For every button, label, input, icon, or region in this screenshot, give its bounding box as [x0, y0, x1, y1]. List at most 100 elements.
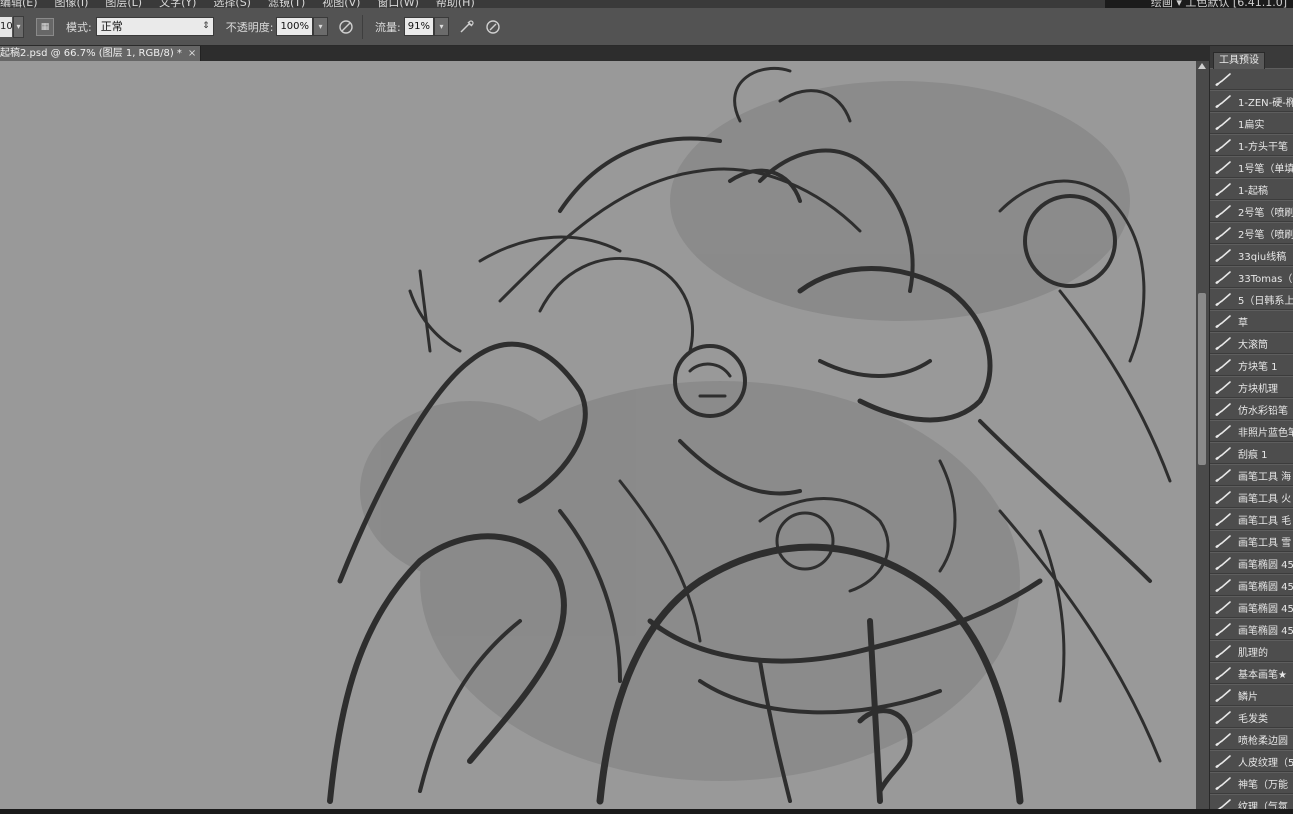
preset-item[interactable]: 画笔椭圆 45	[1210, 574, 1293, 596]
preset-item[interactable]: 画笔椭圆 45	[1210, 596, 1293, 618]
preset-item[interactable]: 方块笔 1	[1210, 354, 1293, 376]
brush-size-preview[interactable]: 10	[0, 16, 13, 37]
airbrush-icon[interactable]	[459, 19, 475, 35]
menu-item[interactable]: 文字(Y)	[159, 0, 196, 8]
preset-label: 方块笔 1	[1238, 361, 1278, 373]
preset-item[interactable]: 喷枪柔边圆	[1210, 728, 1293, 750]
brush-picker-arrow[interactable]: ▾	[13, 15, 24, 38]
preset-label: 2号笔（喷刷	[1238, 229, 1293, 241]
preset-label: 1-ZEN-硬-椭	[1238, 97, 1293, 109]
preset-label: 非照片蓝色笔	[1238, 427, 1293, 439]
tab-tool-presets[interactable]: 工具预设	[1213, 52, 1265, 69]
preset-item[interactable]: 仿水彩铅笔	[1210, 398, 1293, 420]
preset-item[interactable]: 1-起稿	[1210, 178, 1293, 200]
sketch-artwork	[0, 61, 1196, 809]
mode-label: 模式:	[66, 20, 92, 34]
menu-item[interactable]: 图层(L)	[105, 0, 142, 8]
workspace-switcher[interactable]: 绘画 ▾ 工色默认 [6.41.1.0]	[1105, 0, 1293, 8]
preset-item[interactable]: 画笔工具 火	[1210, 486, 1293, 508]
brush-icon	[1215, 139, 1231, 152]
brush-icon	[1215, 469, 1231, 482]
preset-list: 1-ZEN-硬-椭 1扁实 1-方头干笔 1号笔（单填 1-起稿 2号笔（喷刷 2号笔（喷刷…	[1210, 68, 1293, 809]
brush-icon	[1215, 293, 1231, 306]
preset-item[interactable]: 鳞片	[1210, 684, 1293, 706]
preset-item[interactable]: 1-ZEN-硬-椭	[1210, 90, 1293, 112]
preset-label: 喷枪柔边圆	[1238, 735, 1288, 747]
preset-label: 刮痕 1	[1238, 449, 1268, 461]
canvas-vertical-scrollbar[interactable]	[1196, 61, 1209, 809]
blend-mode-select[interactable]: 正常 ⇕	[95, 17, 214, 36]
scroll-up-arrow-icon[interactable]	[1198, 63, 1206, 69]
preset-item[interactable]: 画笔工具 毛	[1210, 508, 1293, 530]
brush-icon	[1215, 183, 1231, 196]
preset-item[interactable]: 基本画笔★	[1210, 662, 1293, 684]
preset-label: 毛发类	[1238, 713, 1268, 725]
menu-item[interactable]: 帮助(H)	[436, 0, 475, 8]
preset-item[interactable]: 33Tomas（手	[1210, 266, 1293, 288]
preset-item[interactable]: 毛发类	[1210, 706, 1293, 728]
opacity-input[interactable]: 100%	[276, 17, 314, 36]
workspace-label: 绘画 ▾ 工色默认 [6.41.1.0]	[1150, 0, 1287, 8]
brush-icon	[1215, 513, 1231, 526]
flow-input[interactable]: 91%	[403, 17, 434, 36]
scrollbar-thumb[interactable]	[1198, 293, 1206, 465]
brush-icon	[1215, 73, 1231, 86]
preset-item[interactable]: 1-方头干笔	[1210, 134, 1293, 156]
brush-icon	[1215, 337, 1231, 350]
brush-icon	[1215, 425, 1231, 438]
preset-item[interactable]: 神笔（万能	[1210, 772, 1293, 794]
preset-label: 画笔工具 毛	[1238, 515, 1292, 527]
document-canvas[interactable]	[0, 61, 1196, 809]
opacity-dropdown-button[interactable]: ▾	[313, 17, 329, 36]
brush-icon	[1215, 777, 1231, 790]
preset-item[interactable]: 刮痕 1	[1210, 442, 1293, 464]
panel-tab-strip: 工具预设	[1210, 46, 1293, 69]
brush-icon	[1215, 359, 1231, 372]
preset-label: 人皮纹理（5	[1238, 757, 1293, 769]
brush-icon	[1215, 733, 1231, 746]
close-icon[interactable]: ×	[188, 48, 196, 59]
preset-label: 画笔椭圆 45	[1238, 625, 1293, 637]
brush-icon	[1215, 601, 1231, 614]
preset-item[interactable]: 33qiu线稿	[1210, 244, 1293, 266]
preset-label: 画笔椭圆 45	[1238, 581, 1293, 593]
flow-dropdown-button[interactable]: ▾	[433, 17, 449, 36]
preset-label: 画笔椭圆 45	[1238, 603, 1293, 615]
preset-label: 1-起稿	[1238, 185, 1268, 197]
preset-item[interactable]: 画笔椭圆 45	[1210, 618, 1293, 640]
menu-item[interactable]: 图像(I)	[55, 0, 89, 8]
pressure-opacity-icon[interactable]	[338, 19, 354, 35]
menu-item[interactable]: 窗口(W)	[377, 0, 418, 8]
preset-item[interactable]: 5（日韩系上	[1210, 288, 1293, 310]
preset-item[interactable]: 画笔工具 海	[1210, 464, 1293, 486]
menu-item[interactable]: 编辑(E)	[0, 0, 38, 8]
brush-icon	[1217, 799, 1231, 809]
preset-item[interactable]: 1扁实	[1210, 112, 1293, 134]
preset-item[interactable]: 草	[1210, 310, 1293, 332]
preset-item[interactable]	[1210, 68, 1293, 90]
preset-label: 1-方头干笔	[1238, 141, 1288, 153]
brush-icon	[1215, 623, 1231, 636]
preset-item[interactable]: 画笔椭圆 45	[1210, 552, 1293, 574]
preset-item[interactable]: 画笔工具 雪	[1210, 530, 1293, 552]
menu-item[interactable]: 滤镜(T)	[268, 0, 305, 8]
brush-panel-toggle-icon[interactable]: ▦	[36, 17, 54, 36]
preset-item[interactable]: 人皮纹理（5	[1210, 750, 1293, 772]
menu-item[interactable]: 选择(S)	[213, 0, 251, 8]
preset-item[interactable]: 大滚筒	[1210, 332, 1293, 354]
menu-item[interactable]: 视图(V)	[322, 0, 360, 8]
pressure-size-icon[interactable]	[485, 19, 501, 35]
preset-item[interactable]: 1号笔（单填	[1210, 156, 1293, 178]
brush-icon	[1215, 249, 1231, 262]
preset-item[interactable]: 2号笔（喷刷	[1210, 200, 1293, 222]
preset-item[interactable]: 非照片蓝色笔	[1210, 420, 1293, 442]
preset-label: 画笔工具 火	[1238, 493, 1292, 505]
preset-item[interactable]: 纹理（气氛	[1210, 794, 1293, 809]
document-tab-bar: 起稿2.psd @ 66.7% (图层 1, RGB/8) * ×	[0, 46, 1210, 61]
brush-icon	[1215, 205, 1231, 218]
preset-item[interactable]: 方块机理	[1210, 376, 1293, 398]
document-tab[interactable]: 起稿2.psd @ 66.7% (图层 1, RGB/8) * ×	[0, 46, 202, 61]
preset-item[interactable]: 肌理的	[1210, 640, 1293, 662]
preset-item[interactable]: 2号笔（喷刷	[1210, 222, 1293, 244]
preset-label: 草	[1238, 317, 1248, 329]
